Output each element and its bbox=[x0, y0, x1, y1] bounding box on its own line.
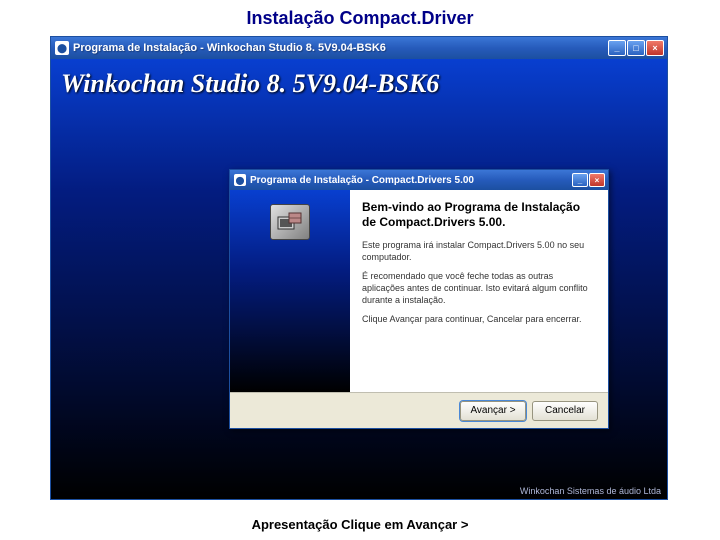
next-button[interactable]: Avançar > bbox=[460, 401, 526, 421]
installer-dialog-title: Programa de Instalação - Compact.Drivers… bbox=[250, 175, 474, 186]
outer-body: Winkochan Studio 8. 5V9.04-BSK6 Winkocha… bbox=[51, 59, 667, 499]
installer-side-panel bbox=[230, 190, 350, 392]
installer-text-2: É recomendado que você feche todas as ou… bbox=[362, 271, 596, 306]
outer-titlebar: ⬤ Programa de Instalação - Winkochan Stu… bbox=[51, 37, 667, 59]
app-footer-text: Winkochan Sistemas de áudio Ltda bbox=[520, 486, 661, 496]
installer-content: Bem-vindo ao Programa de Instalação de C… bbox=[350, 190, 608, 392]
minimize-button[interactable]: _ bbox=[608, 40, 626, 56]
slide-title: Instalação Compact.Driver bbox=[0, 8, 720, 29]
maximize-button[interactable]: □ bbox=[627, 40, 645, 56]
installer-minimize-button[interactable]: _ bbox=[572, 173, 588, 187]
installer-dialog-icon: ⬤ bbox=[234, 174, 246, 186]
computer-box-icon bbox=[270, 204, 310, 240]
installer-button-row: Avançar > Cancelar bbox=[230, 392, 608, 428]
cancel-button[interactable]: Cancelar bbox=[532, 401, 598, 421]
installer-welcome-heading: Bem-vindo ao Programa de Instalação de C… bbox=[362, 200, 596, 230]
close-button[interactable]: × bbox=[646, 40, 664, 56]
installer-text-3: Clique Avançar para continuar, Cancelar … bbox=[362, 314, 596, 326]
installer-titlebar: ⬤ Programa de Instalação - Compact.Drive… bbox=[230, 170, 608, 190]
slide-caption: Apresentação Clique em Avançar > bbox=[0, 517, 720, 532]
installer-body: Bem-vindo ao Programa de Instalação de C… bbox=[230, 190, 608, 428]
outer-window: ⬤ Programa de Instalação - Winkochan Stu… bbox=[50, 36, 668, 500]
installer-window-controls: _ × bbox=[572, 173, 605, 187]
installer-close-button[interactable]: × bbox=[589, 173, 605, 187]
outer-window-title: Programa de Instalação - Winkochan Studi… bbox=[73, 42, 386, 54]
installer-main: Bem-vindo ao Programa de Instalação de C… bbox=[230, 190, 608, 392]
app-heading: Winkochan Studio 8. 5V9.04-BSK6 bbox=[61, 69, 439, 99]
installer-dialog: ⬤ Programa de Instalação - Compact.Drive… bbox=[229, 169, 609, 429]
outer-window-controls: _ □ × bbox=[608, 40, 664, 56]
installer-text-1: Este programa irá instalar Compact.Drive… bbox=[362, 240, 596, 263]
installer-app-icon: ⬤ bbox=[55, 41, 69, 55]
